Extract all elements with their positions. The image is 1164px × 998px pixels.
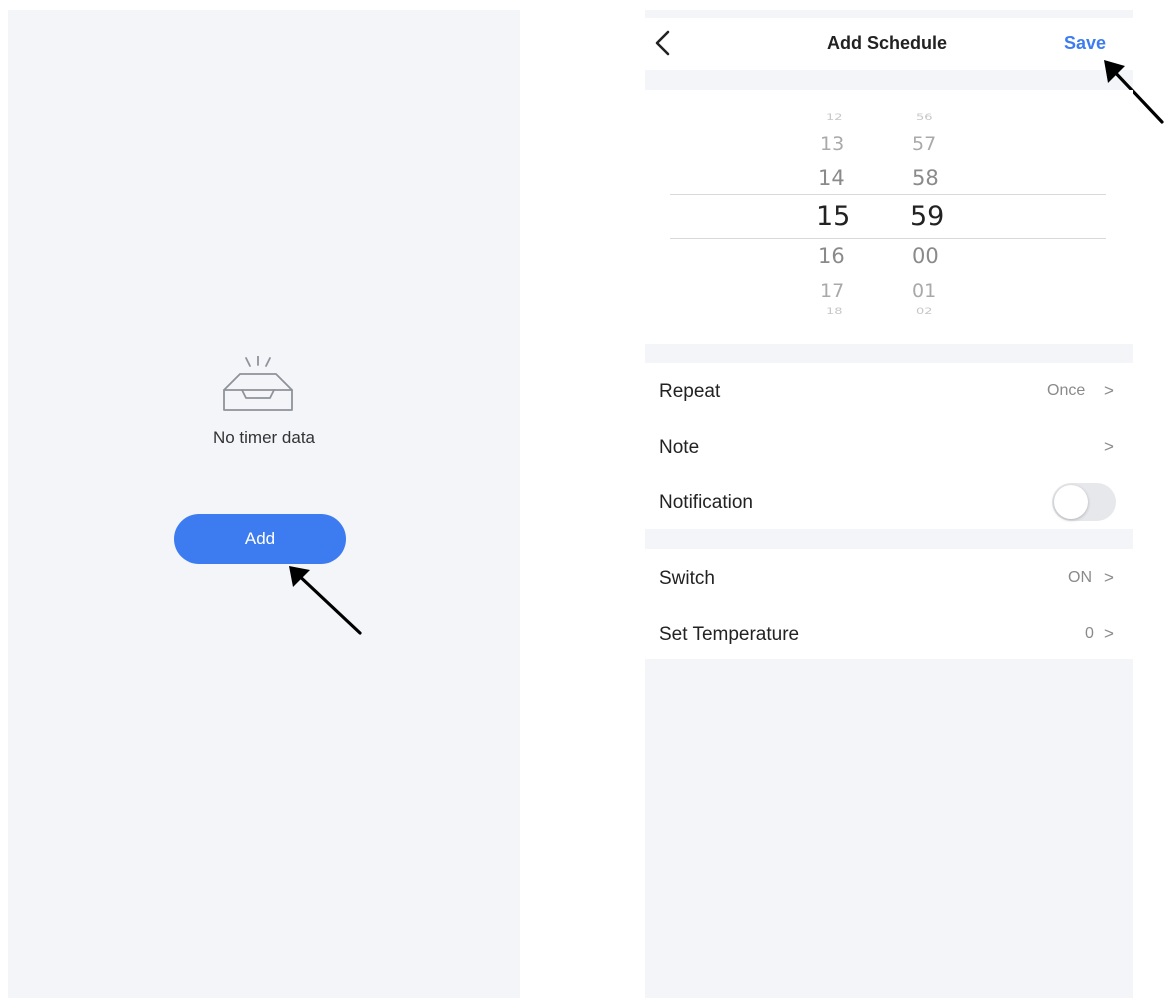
empty-state-text: No timer data bbox=[212, 428, 316, 447]
notification-label: Notification bbox=[659, 492, 753, 513]
picker-divider-top bbox=[670, 194, 1106, 195]
save-button[interactable]: Save bbox=[1064, 33, 1106, 54]
notification-toggle[interactable] bbox=[1052, 483, 1116, 521]
minute-option[interactable]: 02 bbox=[916, 306, 933, 317]
hour-option[interactable]: 17 bbox=[820, 280, 844, 302]
switch-label[interactable]: Switch bbox=[659, 568, 715, 590]
hour-option[interactable]: 12 bbox=[826, 112, 843, 123]
repeat-value[interactable]: Once bbox=[1047, 382, 1085, 400]
chevron-right-icon[interactable]: > bbox=[1104, 381, 1114, 401]
picker-divider-bottom bbox=[670, 238, 1106, 239]
set-temperature-label[interactable]: Set Temperature bbox=[659, 624, 799, 646]
note-label[interactable]: Note bbox=[659, 437, 699, 459]
minute-option[interactable]: 56 bbox=[916, 112, 933, 123]
minute-option[interactable]: 58 bbox=[912, 166, 939, 190]
empty-box-icon bbox=[223, 356, 293, 411]
annotation-arrow-add bbox=[289, 566, 362, 635]
minute-selected[interactable]: 59 bbox=[910, 201, 944, 232]
minute-option[interactable]: 57 bbox=[912, 133, 936, 155]
chevron-right-icon[interactable]: > bbox=[1104, 624, 1114, 644]
chevron-right-icon[interactable]: > bbox=[1104, 568, 1114, 588]
toggle-knob bbox=[1054, 485, 1088, 519]
timer-list-screen bbox=[8, 10, 520, 998]
hour-option[interactable]: 13 bbox=[820, 133, 844, 155]
minute-option[interactable]: 00 bbox=[912, 244, 939, 268]
hour-option[interactable]: 18 bbox=[826, 306, 843, 317]
minute-option[interactable]: 01 bbox=[912, 280, 936, 302]
chevron-right-icon[interactable]: > bbox=[1104, 437, 1114, 457]
switch-value[interactable]: ON bbox=[1068, 569, 1092, 587]
set-temperature-value[interactable]: 0 bbox=[1085, 625, 1094, 643]
time-picker[interactable] bbox=[645, 90, 1133, 344]
page-title: Add Schedule bbox=[826, 33, 947, 53]
hour-option[interactable]: 16 bbox=[818, 244, 845, 268]
add-timer-button[interactable]: Add bbox=[174, 514, 346, 564]
hour-option[interactable]: 14 bbox=[818, 166, 845, 190]
hour-selected[interactable]: 15 bbox=[816, 201, 850, 232]
repeat-label[interactable]: Repeat bbox=[659, 381, 720, 403]
